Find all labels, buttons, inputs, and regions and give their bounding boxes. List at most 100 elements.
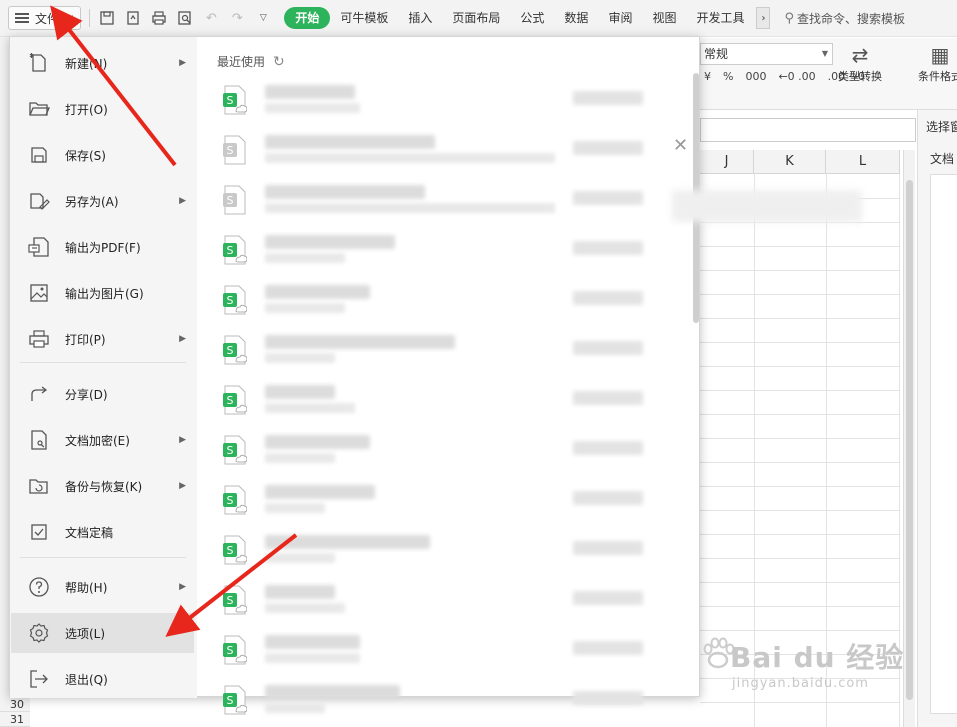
blurred-file-path xyxy=(265,203,555,213)
number-format-value: 常规 xyxy=(704,47,729,61)
svg-text:S: S xyxy=(227,594,234,607)
svg-text:S: S xyxy=(227,144,234,157)
menu-item-label: 退出(Q) xyxy=(65,672,108,687)
hamburger-icon xyxy=(15,13,29,23)
menu-item-share[interactable]: 分享(D) xyxy=(11,374,194,414)
increase-decimal-button[interactable]: ←0 .00 xyxy=(778,70,815,83)
close-icon[interactable]: ✕ xyxy=(673,135,688,156)
command-search[interactable]: ⚲ 查找命令、搜索模板 xyxy=(784,10,905,27)
menu-item-label: 打印(P) xyxy=(65,332,106,347)
blurred-file-name xyxy=(265,685,400,699)
spreadsheet-file-icon: S xyxy=(223,135,246,165)
menu-item-save[interactable]: 保存(S) xyxy=(11,135,194,175)
tab-page-layout[interactable]: 页面布局 xyxy=(442,7,510,29)
ribbon-tabs: 开始 可牛模板 插入 页面布局 公式 数据 审阅 视图 开发工具 › xyxy=(284,7,771,29)
scrollbar-thumb[interactable] xyxy=(906,180,913,700)
task-pane-section: 文档 xyxy=(930,152,955,166)
svg-text:S: S xyxy=(227,394,234,407)
menu-item-save-as[interactable]: 另存为(A) ▶ xyxy=(11,181,194,221)
blurred-file-path xyxy=(265,503,325,513)
menu-item-export-pdf[interactable]: 输出为PDF(F) xyxy=(11,227,194,267)
blurred-file-name xyxy=(265,485,375,499)
menu-item-print[interactable]: 打印(P) ▶ xyxy=(11,319,194,359)
column-header-k[interactable]: K xyxy=(754,150,826,174)
blurred-file-path xyxy=(265,253,345,263)
column-header-j[interactable]: J xyxy=(700,150,754,174)
tabs-more-icon[interactable]: › xyxy=(756,7,771,29)
undo-icon[interactable]: ↶ xyxy=(202,9,220,27)
grid-line xyxy=(700,534,900,535)
recent-file-item[interactable]: S xyxy=(217,179,687,227)
recent-file-item[interactable]: S xyxy=(217,129,687,177)
menu-item-exit[interactable]: 退出(Q) xyxy=(11,659,194,699)
menu-item-options[interactable]: 选项(L) xyxy=(11,613,194,653)
currency-button[interactable]: ¥ xyxy=(704,70,711,83)
grid-line xyxy=(700,342,900,343)
tab-insert[interactable]: 插入 xyxy=(398,7,442,29)
row-header[interactable]: 30 xyxy=(0,697,30,712)
submenu-arrow-icon: ▶ xyxy=(179,334,186,344)
svg-text:S: S xyxy=(227,644,234,657)
blurred-file-path xyxy=(265,303,345,313)
row-header[interactable]: 31 xyxy=(0,712,30,727)
conditional-format-button[interactable]: ▦ 条件格式 xyxy=(918,42,957,84)
menu-item-new[interactable]: 新建(N) ▶ xyxy=(11,43,194,83)
thousands-button[interactable]: 000 xyxy=(745,70,766,83)
print-preview-icon[interactable] xyxy=(176,9,194,27)
recent-file-item[interactable]: S xyxy=(217,679,687,727)
menu-item-open[interactable]: 打开(O) xyxy=(11,89,194,129)
menu-item-encrypt[interactable]: 文档加密(E) ▶ xyxy=(11,420,194,460)
task-pane-title: 选择窗 xyxy=(926,120,957,134)
svg-text:S: S xyxy=(227,94,234,107)
spreadsheet-file-icon: S xyxy=(223,185,246,215)
recent-file-item[interactable]: S xyxy=(217,79,687,127)
recent-file-item[interactable]: S xyxy=(217,329,687,377)
blurred-file-date xyxy=(573,341,643,355)
menu-item-export-image[interactable]: 输出为图片(G) xyxy=(11,273,194,313)
spreadsheet-file-icon: S xyxy=(223,285,247,315)
grid-line xyxy=(700,438,900,439)
number-format-select[interactable]: 常规 ▼ xyxy=(700,43,833,65)
export-pdf-icon[interactable] xyxy=(124,9,142,27)
grid-line xyxy=(700,390,900,391)
search-label: 查找命令、搜索模板 xyxy=(797,11,906,26)
percent-button[interactable]: % xyxy=(723,70,733,83)
file-menu-button[interactable]: 文件 ∨ xyxy=(8,6,82,30)
blurred-file-name xyxy=(265,585,335,599)
recent-file-item[interactable]: S xyxy=(217,479,687,527)
search-icon: ⚲ xyxy=(784,10,795,26)
menu-item-help[interactable]: 帮助(H) ▶ xyxy=(11,567,194,607)
refresh-icon[interactable]: ↻ xyxy=(273,54,285,70)
recent-file-item[interactable]: S xyxy=(217,279,687,327)
share-icon xyxy=(27,382,51,406)
type-convert-button[interactable]: ⇄ 类型转换 xyxy=(838,42,882,84)
menu-item-backup-restore[interactable]: 备份与恢复(K) ▶ xyxy=(11,466,194,506)
tab-review[interactable]: 审阅 xyxy=(598,7,642,29)
recent-file-item[interactable]: S xyxy=(217,429,687,477)
save-icon[interactable] xyxy=(98,9,116,27)
blurred-file-path xyxy=(265,653,360,663)
recent-file-item[interactable]: S xyxy=(217,229,687,277)
tab-view[interactable]: 视图 xyxy=(642,7,686,29)
column-header-l[interactable]: L xyxy=(826,150,900,174)
redo-icon[interactable]: ↷ xyxy=(228,9,246,27)
tab-developer[interactable]: 开发工具 xyxy=(686,7,754,29)
file-menu-commands: 新建(N) ▶ 打开(O) 保存(S) 另存为(A) ▶ 输出为PDF(F) 输出为图片(G)… xyxy=(10,37,197,698)
type-convert-label: 类型转换 xyxy=(838,70,882,83)
menu-item-finalize[interactable]: 文档定稿 xyxy=(11,512,194,552)
tab-data[interactable]: 数据 xyxy=(554,7,598,29)
tab-templates[interactable]: 可牛模板 xyxy=(330,7,398,29)
recent-file-item[interactable]: S xyxy=(217,579,687,627)
recent-file-item[interactable]: S xyxy=(217,529,687,577)
recent-file-item[interactable]: S xyxy=(217,379,687,427)
grid-line xyxy=(700,366,900,367)
blurred-file-date xyxy=(573,91,643,105)
recent-file-item[interactable]: S xyxy=(217,629,687,677)
tab-formulas[interactable]: 公式 xyxy=(510,7,554,29)
formula-bar-input[interactable] xyxy=(700,118,916,142)
quick-access-dropdown-icon[interactable]: ▽ xyxy=(254,9,272,27)
print-icon[interactable] xyxy=(150,9,168,27)
tab-home[interactable]: 开始 xyxy=(284,7,331,29)
menu-item-label: 打开(O) xyxy=(65,102,108,117)
new-file-icon xyxy=(27,51,51,75)
